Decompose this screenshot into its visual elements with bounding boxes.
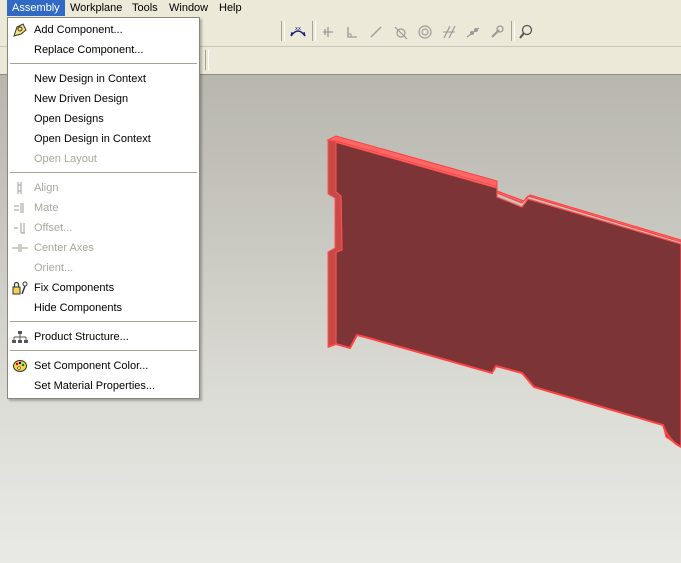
coincident-constraint-icon[interactable] [463, 22, 483, 41]
angle-constraint-icon[interactable] [366, 22, 386, 41]
menu-assembly[interactable]: Assembly [7, 0, 65, 16]
menu-item-label: Product Structure... [34, 331, 129, 343]
menu-item-new-driven-design[interactable]: New Driven Design [8, 89, 199, 109]
horizontal-constraint-icon[interactable] [318, 22, 338, 41]
menu-item-offset[interactable]: Offset... [8, 218, 199, 238]
menu-item-label: Center Axes [34, 242, 94, 254]
menu-separator [10, 172, 197, 173]
menu-item-label: Orient... [34, 262, 74, 274]
menu-item-orient[interactable]: Orient... [8, 258, 199, 278]
menu-item-replace-component[interactable]: Replace Component... [8, 40, 199, 60]
menu-item-label: Open Design in Context [34, 133, 151, 145]
menu-item-label: New Design in Context [34, 73, 146, 85]
menu-help[interactable]: Help [214, 0, 247, 16]
toolbar-separator [511, 21, 515, 41]
add-component-icon [11, 22, 29, 38]
fix-constraint-icon[interactable] [487, 22, 507, 41]
dimension-icon[interactable]: xx [288, 22, 308, 41]
offset-icon [11, 220, 29, 236]
menu-item-hide-components[interactable]: Hide Components [8, 298, 199, 318]
svg-text:xx: xx [295, 26, 301, 32]
menu-workplane[interactable]: Workplane [65, 0, 127, 16]
center-axes-icon [11, 240, 29, 256]
zoom-icon[interactable] [516, 22, 536, 41]
assembly-menu-dropdown: Add Component... Replace Component... Ne… [7, 17, 200, 399]
product-structure-icon [11, 329, 29, 345]
menu-item-label: Offset... [34, 222, 73, 234]
align-icon [11, 180, 29, 196]
mate-icon [11, 200, 29, 216]
menu-separator [10, 63, 197, 64]
menu-item-label: Align [34, 182, 59, 194]
toolbar-separator [205, 50, 209, 70]
menu-item-label: New Driven Design [34, 93, 129, 105]
fix-components-icon [11, 280, 29, 296]
color-palette-icon [11, 358, 29, 374]
menu-window[interactable]: Window [164, 0, 213, 16]
menu-item-label: Open Layout [34, 153, 97, 165]
menu-item-new-design-in-context[interactable]: New Design in Context [8, 69, 199, 89]
menu-item-label: Mate [34, 202, 59, 214]
tangent-constraint-icon[interactable] [391, 22, 411, 41]
menu-separator [10, 321, 197, 322]
menu-item-product-structure[interactable]: Product Structure... [8, 327, 199, 347]
menu-item-mate[interactable]: Mate [8, 198, 199, 218]
menu-item-set-component-color[interactable]: Set Component Color... [8, 356, 199, 376]
menu-separator [10, 350, 197, 351]
menu-item-label: Open Designs [34, 113, 104, 125]
menu-item-fix-components[interactable]: Fix Components [8, 278, 199, 298]
menu-tools[interactable]: Tools [127, 0, 163, 16]
toolbar-separator [312, 21, 316, 41]
menu-item-label: Fix Components [34, 282, 115, 294]
menu-item-center-axes[interactable]: Center Axes [8, 238, 199, 258]
menu-item-label: Set Material Properties... [34, 380, 156, 392]
menubar: Assembly Workplane Tools Window Help [0, 0, 681, 18]
parallel-constraint-icon[interactable] [439, 22, 459, 41]
menu-item-set-material-properties[interactable]: Set Material Properties... [8, 376, 199, 396]
menu-item-label: Set Component Color... [34, 360, 149, 372]
toolbar-separator [281, 21, 285, 41]
concentric-constraint-icon[interactable] [415, 22, 435, 41]
menu-item-open-design-in-context[interactable]: Open Design in Context [8, 129, 199, 149]
menu-item-label: Replace Component... [34, 44, 144, 56]
menu-item-align[interactable]: Align [8, 178, 199, 198]
menu-item-label: Add Component... [34, 24, 123, 36]
menu-item-open-designs[interactable]: Open Designs [8, 109, 199, 129]
menu-item-open-layout[interactable]: Open Layout [8, 149, 199, 169]
menu-item-label: Hide Components [34, 302, 123, 314]
menu-item-add-component[interactable]: Add Component... [8, 20, 199, 40]
perpendicular-constraint-icon[interactable] [342, 22, 362, 41]
